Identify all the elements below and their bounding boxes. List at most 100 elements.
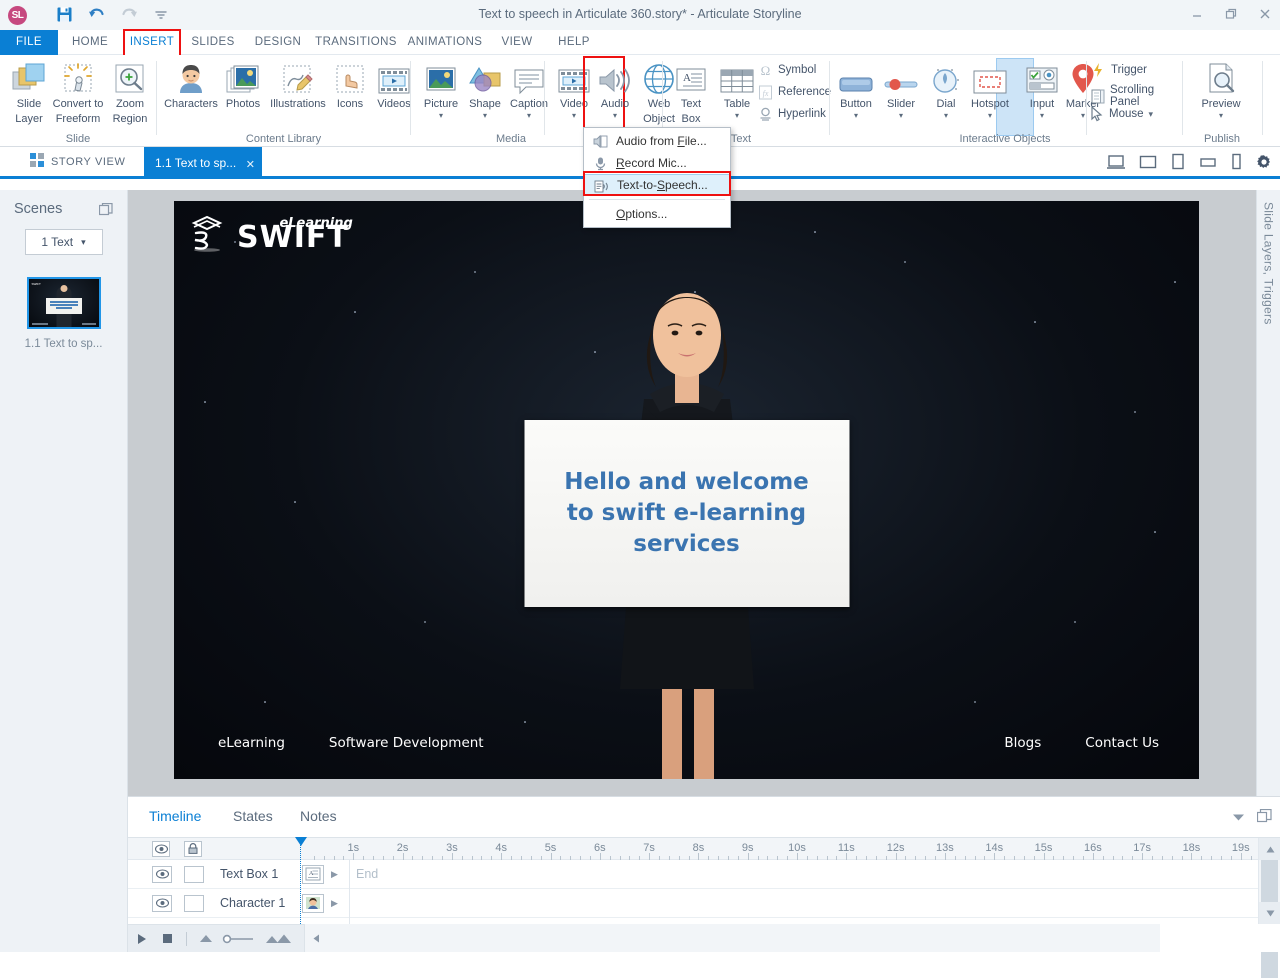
svg-text:Ω: Ω [760, 63, 770, 78]
group-label-content-library: Content Library [157, 133, 410, 145]
slide-layer-button[interactable]: Slide Layer [3, 58, 55, 125]
text-box-button[interactable]: A Text Box [665, 58, 717, 125]
stop-button[interactable] [154, 925, 180, 953]
tab-animations[interactable]: ANIMATIONS [402, 30, 488, 55]
story-view-button[interactable]: STORY VIEW [30, 153, 125, 170]
reference-label: Reference [778, 86, 831, 98]
desktop-view-icon[interactable] [1107, 154, 1125, 170]
show-hide-all-toggle[interactable] [152, 841, 170, 857]
tab-home[interactable]: HOME [64, 30, 116, 55]
menu-item-options[interactable]: Options... [584, 203, 730, 225]
illustrations-button[interactable]: Illustrations [265, 58, 331, 111]
slide-content[interactable]: SWIFT eLearning [174, 201, 1199, 779]
convert-to-freeform-button[interactable]: Convert to Freeform [50, 58, 106, 125]
menu-item-record-mic[interactable]: Record Mic... [584, 152, 730, 174]
preview-caret-icon[interactable]: ▾ [1191, 112, 1251, 120]
tablet-landscape-view-icon[interactable] [1139, 154, 1157, 170]
tab-transitions[interactable]: TRANSITIONS [314, 30, 398, 55]
play-button[interactable] [128, 925, 154, 953]
scroll-down-button[interactable] [1259, 902, 1280, 924]
scroll-up-button[interactable] [1259, 838, 1280, 860]
swift-brand-logo: SWIFT eLearning [186, 213, 349, 253]
expand-row-arrow-icon[interactable]: ▶ [331, 898, 338, 909]
timeline-horizontal-scrollbar[interactable] [304, 924, 1160, 952]
tab-notes[interactable]: Notes [300, 808, 337, 824]
nav-link-blogs[interactable]: Blogs [1004, 735, 1041, 751]
audio-button[interactable]: Audio ▾ [589, 58, 641, 120]
zoom-slider[interactable] [219, 925, 261, 953]
hotspot-button[interactable]: Hotspot ▾ [961, 58, 1019, 120]
timeline-ruler[interactable]: 1s2s3s4s5s6s7s8s9s10s11s12s13s14s15s16s1… [304, 838, 1258, 860]
scenes-panel: Scenes 1 Text ▾ SWIFT 1.1 Text to sp [0, 190, 128, 952]
table-button[interactable]: Table ▾ [711, 58, 763, 120]
symbol-button[interactable]: Ω Symbol [757, 62, 816, 78]
slide-tab-1-1[interactable]: 1.1 Text to sp... ✕ [144, 147, 262, 179]
hotspot-label: Hotspot [961, 99, 1019, 111]
slide-layers-triggers-panel[interactable]: Slide Layers, Triggers [1256, 190, 1280, 796]
menu-item-audio-from-file[interactable]: Audio from File... [584, 130, 730, 152]
tablet-portrait-view-icon[interactable] [1171, 153, 1185, 170]
lock-all-toggle[interactable] [184, 841, 202, 857]
timeline-playhead[interactable] [300, 838, 301, 924]
eye-icon[interactable] [152, 866, 172, 883]
phone-landscape-view-icon[interactable] [1199, 155, 1217, 169]
nav-link-elearning[interactable]: eLearning [218, 735, 285, 751]
tab-view[interactable]: VIEW [494, 30, 540, 55]
hotspot-caret-icon[interactable]: ▾ [961, 112, 1019, 120]
lock-checkbox[interactable] [184, 895, 204, 912]
characters-button[interactable]: Characters [159, 58, 223, 111]
phone-portrait-view-icon[interactable] [1231, 153, 1242, 170]
scroll-left-button[interactable] [305, 924, 327, 952]
ruler-tick-major [452, 853, 453, 860]
slide-thumbnail-item[interactable]: SWIFT 1.1 Text to sp... [0, 277, 127, 350]
photos-button[interactable]: Photos [219, 58, 267, 111]
timeline-vertical-scrollbar[interactable] [1258, 838, 1280, 924]
menu-item-text-to-speech[interactable]: Text-to-Speech... [584, 174, 730, 196]
tab-help[interactable]: HELP [548, 30, 600, 55]
scrolling-panel-icon [1090, 88, 1105, 104]
playhead-handle[interactable] [295, 837, 307, 846]
mouse-caret-icon[interactable]: ▾ [1149, 109, 1154, 120]
tab-design[interactable]: DESIGN [248, 30, 308, 55]
slide-footer-nav: eLearning Software Development Blogs Con… [174, 735, 1199, 755]
ruler-label: 9s [742, 842, 754, 854]
mouse-button[interactable]: Mouse ▾ [1088, 106, 1153, 122]
nav-link-software-development[interactable]: Software Development [329, 735, 484, 751]
audio-caret-icon[interactable]: ▾ [589, 112, 641, 120]
close-icon[interactable]: ✕ [246, 149, 255, 181]
collapse-panel-icon[interactable] [99, 203, 113, 219]
close-button[interactable] [1256, 6, 1274, 22]
tab-states[interactable]: States [233, 808, 273, 824]
eye-icon[interactable] [152, 895, 172, 912]
scrolling-panel-button[interactable]: Scrolling Panel [1090, 84, 1182, 108]
scene-selector-dropdown[interactable]: 1 Text ▾ [25, 229, 103, 255]
expand-all-button[interactable] [261, 925, 295, 953]
settings-gear-icon[interactable] [1256, 154, 1272, 170]
icons-button[interactable]: Icons [329, 58, 371, 111]
tab-file[interactable]: FILE [0, 30, 58, 55]
restore-button[interactable] [1222, 6, 1240, 22]
reference-icon: fx [757, 84, 773, 100]
timeline-restore-panel-icon[interactable] [1257, 809, 1272, 826]
timeline-options-caret-icon[interactable] [1232, 811, 1245, 825]
reference-button[interactable]: fx Reference [757, 84, 831, 100]
ruler-tick-major [403, 853, 404, 860]
collapse-all-button[interactable] [193, 925, 219, 953]
preview-label: Preview [1191, 99, 1251, 111]
expand-row-arrow-icon[interactable]: ▶ [331, 869, 338, 880]
tab-slides[interactable]: SLIDES [186, 30, 240, 55]
ruler-label: 14s [985, 842, 1003, 854]
ruler-tick-major [748, 853, 749, 860]
minimize-button[interactable] [1188, 6, 1206, 22]
hyperlink-button[interactable]: Hyperlink [757, 106, 826, 122]
zoom-region-button[interactable]: Zoom Region [104, 58, 156, 125]
tab-timeline[interactable]: Timeline [149, 808, 201, 824]
nav-link-contact-us[interactable]: Contact Us [1085, 735, 1159, 751]
microphone-icon [592, 155, 608, 171]
table-caret-icon[interactable]: ▾ [711, 112, 763, 120]
trigger-button[interactable]: Trigger [1090, 62, 1147, 78]
lock-checkbox[interactable] [184, 866, 204, 883]
trigger-lightning-icon [1090, 62, 1106, 78]
preview-button[interactable]: Preview ▾ [1191, 58, 1251, 120]
tab-insert[interactable]: INSERT [124, 30, 180, 55]
